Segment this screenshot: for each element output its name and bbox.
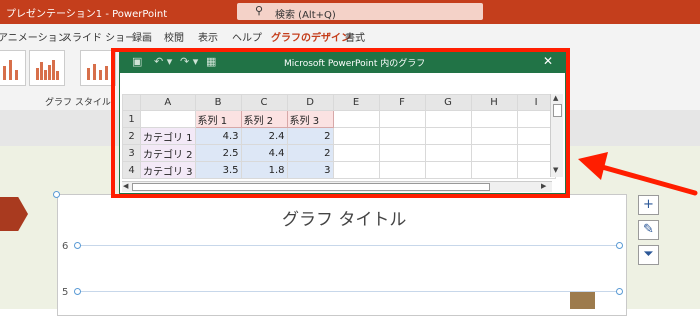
chart-title[interactable]: グラフ タイトル <box>282 205 406 230</box>
tab-slideshow[interactable]: スライド ショー <box>62 29 135 44</box>
title-bar: プレゼンテーション1 - PowerPoint ⚲ 検索 (Alt+Q) <box>0 0 700 24</box>
tab-review[interactable]: 校閲 <box>164 29 184 44</box>
search-placeholder: 検索 (Alt+Q) <box>275 10 336 21</box>
search-box[interactable]: ⚲ 検索 (Alt+Q) <box>237 3 483 21</box>
y-axis-label: 5 <box>62 287 69 298</box>
selection-handle[interactable] <box>616 288 623 295</box>
tab-help[interactable]: ヘルプ <box>232 29 262 44</box>
tab-format[interactable]: 書式 <box>345 29 365 44</box>
y-axis-label: 6 <box>62 241 69 252</box>
selection-handle[interactable] <box>74 288 81 295</box>
chart-bar[interactable] <box>570 292 595 309</box>
tab-recording[interactable]: 録画 <box>132 29 152 44</box>
resize-handle[interactable] <box>53 191 60 198</box>
arrow-icon <box>578 152 698 196</box>
ribbon-tabs: アニメーション スライド ショー 録画 校閲 表示 ヘルプ グラフのデザイン 書… <box>0 24 700 47</box>
selection-handle[interactable] <box>616 242 623 249</box>
gridline <box>78 245 618 246</box>
app-title: プレゼンテーション1 - PowerPoint <box>6 9 168 20</box>
search-icon: ⚲ <box>255 4 264 17</box>
selection-handle[interactable] <box>74 242 81 249</box>
brush-icon[interactable]: ✎ <box>638 220 659 240</box>
chart-style-thumb[interactable] <box>29 50 65 86</box>
gridline <box>78 291 618 292</box>
highlight-box <box>111 48 570 198</box>
chart-style-thumb[interactable] <box>0 50 26 86</box>
tab-animations[interactable]: アニメーション <box>0 29 68 44</box>
filter-icon[interactable]: ⏷ <box>638 245 659 265</box>
tab-view[interactable]: 表示 <box>198 29 218 44</box>
plus-icon[interactable]: + <box>638 195 659 215</box>
chart-styles-group-label: グラフ スタイル <box>45 98 111 108</box>
